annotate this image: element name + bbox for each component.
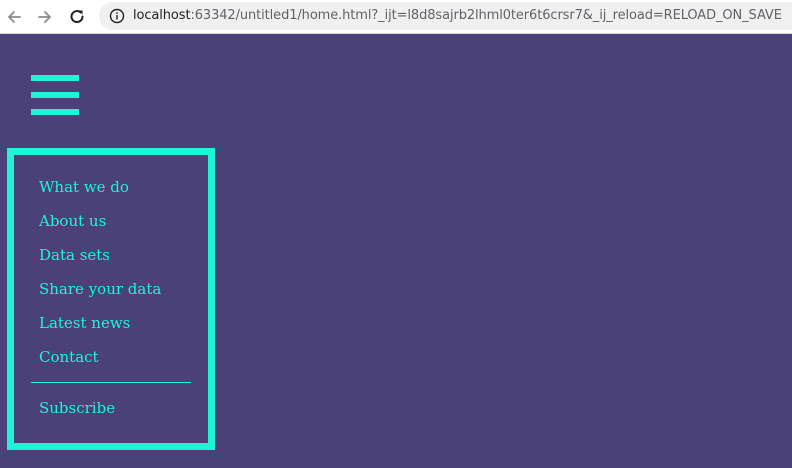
hamburger-bar [31, 92, 79, 98]
hamburger-bar [31, 109, 79, 115]
hamburger-bar [31, 75, 79, 81]
arrow-back-icon [8, 11, 21, 23]
menu-item-contact[interactable]: Contact [39, 348, 99, 366]
menu-divider [31, 382, 191, 383]
info-icon[interactable] [109, 8, 125, 24]
arrow-forward-icon [38, 11, 51, 23]
menu-item-latest-news[interactable]: Latest news [39, 314, 130, 332]
menu-item-share-your-data[interactable]: Share your data [39, 280, 161, 298]
nav-menu: What we do About us Data sets Share your… [7, 148, 215, 450]
menu-item-about-us[interactable]: About us [39, 212, 106, 230]
menu-item-data-sets[interactable]: Data sets [39, 246, 110, 264]
browser-toolbar: localhost:63342/untitled1/home.html?_ijt… [0, 0, 792, 34]
menu-item-what-we-do[interactable]: What we do [39, 178, 129, 196]
url-host: localhost [133, 8, 191, 23]
reload-icon [70, 10, 84, 24]
url-path: :63342/untitled1/home.html?_ijt=l8d8sajr… [190, 8, 782, 23]
page-content: What we do About us Data sets Share your… [0, 35, 792, 468]
reload-button[interactable] [66, 6, 88, 28]
address-bar[interactable]: localhost:63342/untitled1/home.html?_ijt… [99, 2, 792, 30]
back-button[interactable] [3, 6, 25, 28]
subscribe-link[interactable]: Subscribe [39, 399, 115, 417]
url-text: localhost:63342/untitled1/home.html?_ijt… [133, 8, 782, 23]
forward-button[interactable] [34, 6, 56, 28]
hamburger-menu-button[interactable] [31, 75, 79, 115]
